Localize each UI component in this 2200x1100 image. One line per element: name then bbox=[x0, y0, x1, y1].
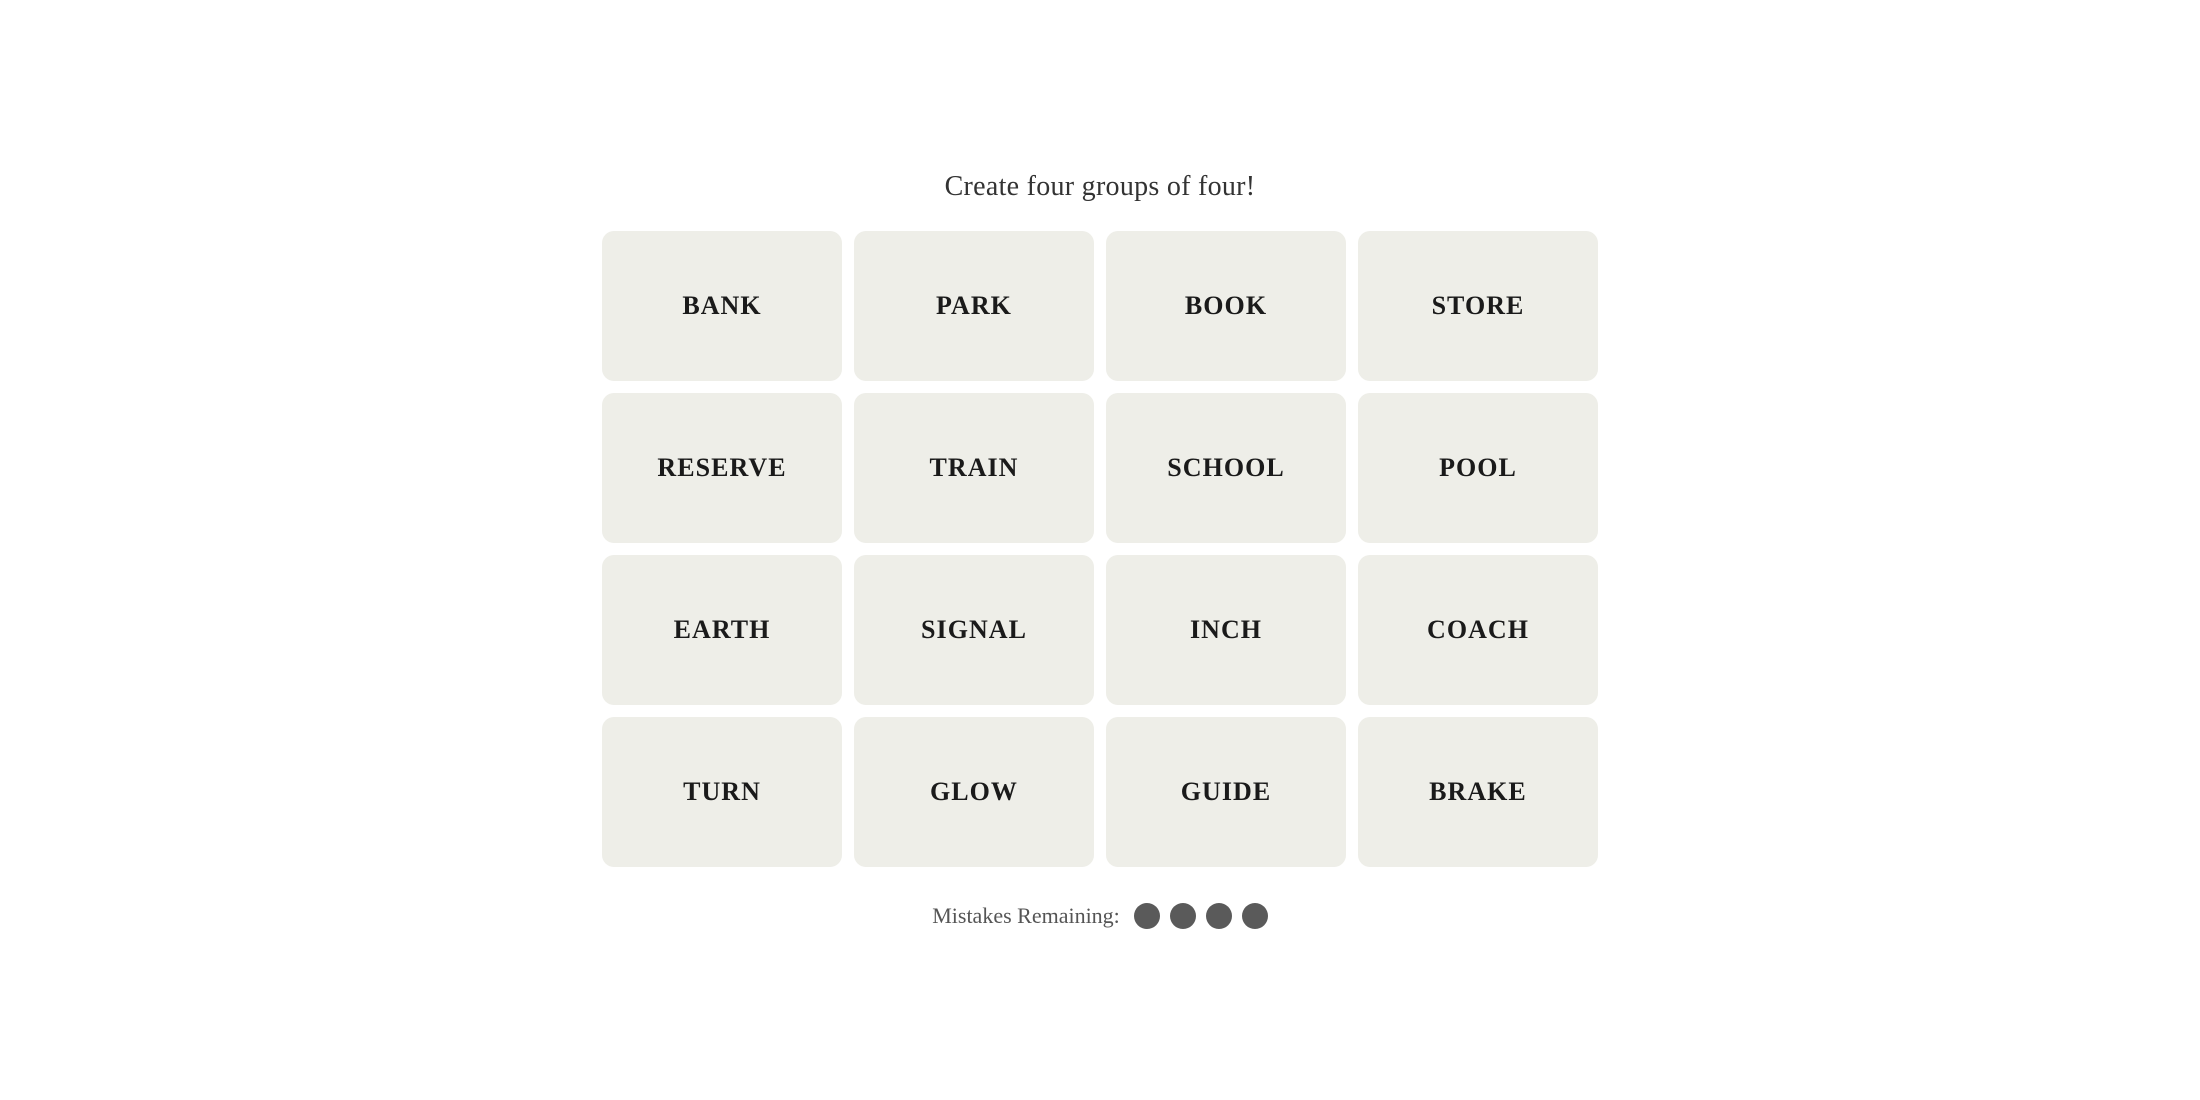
tile-label-bank: BANK bbox=[682, 291, 761, 321]
tile-label-guide: GUIDE bbox=[1181, 777, 1271, 807]
tile-reserve[interactable]: RESERVE bbox=[602, 393, 842, 543]
tile-book[interactable]: BOOK bbox=[1106, 231, 1346, 381]
tile-label-turn: TURN bbox=[683, 777, 761, 807]
tile-bank[interactable]: BANK bbox=[602, 231, 842, 381]
tile-pool[interactable]: POOL bbox=[1358, 393, 1598, 543]
mistakes-label: Mistakes Remaining: bbox=[932, 903, 1120, 929]
mistake-dot-4 bbox=[1242, 903, 1268, 929]
game-container: Create four groups of four! BANK PARK BOOK… bbox=[580, 171, 1620, 929]
tile-turn[interactable]: TURN bbox=[602, 717, 842, 867]
tile-label-glow: GLOW bbox=[930, 777, 1018, 807]
tile-train[interactable]: TRAIN bbox=[854, 393, 1094, 543]
tile-label-park: PARK bbox=[936, 291, 1012, 321]
tile-label-reserve: RESERVE bbox=[657, 453, 786, 483]
tile-label-school: SCHOOL bbox=[1167, 453, 1285, 483]
tile-store[interactable]: STORE bbox=[1358, 231, 1598, 381]
tile-label-coach: COACH bbox=[1427, 615, 1529, 645]
tile-signal[interactable]: SIGNAL bbox=[854, 555, 1094, 705]
tile-label-brake: BRAKE bbox=[1429, 777, 1527, 807]
tile-label-train: TRAIN bbox=[930, 453, 1019, 483]
tile-guide[interactable]: GUIDE bbox=[1106, 717, 1346, 867]
mistake-dot-3 bbox=[1206, 903, 1232, 929]
tile-earth[interactable]: EARTH bbox=[602, 555, 842, 705]
tiles-grid: BANK PARK BOOK STORE RESERVE TRAIN SCHOOL POOL E… bbox=[602, 231, 1598, 867]
tile-label-inch: INCH bbox=[1190, 615, 1262, 645]
mistakes-row: Mistakes Remaining: bbox=[932, 903, 1268, 929]
tile-brake[interactable]: BRAKE bbox=[1358, 717, 1598, 867]
game-subtitle: Create four groups of four! bbox=[945, 171, 1256, 203]
mistake-dot-1 bbox=[1134, 903, 1160, 929]
tile-label-book: BOOK bbox=[1185, 291, 1267, 321]
mistakes-dots bbox=[1134, 903, 1268, 929]
mistake-dot-2 bbox=[1170, 903, 1196, 929]
tile-school[interactable]: SCHOOL bbox=[1106, 393, 1346, 543]
tile-glow[interactable]: GLOW bbox=[854, 717, 1094, 867]
tile-park[interactable]: PARK bbox=[854, 231, 1094, 381]
tile-label-signal: SIGNAL bbox=[921, 615, 1027, 645]
tile-inch[interactable]: INCH bbox=[1106, 555, 1346, 705]
tile-label-store: STORE bbox=[1432, 291, 1525, 321]
tile-label-pool: POOL bbox=[1439, 453, 1517, 483]
tile-label-earth: EARTH bbox=[674, 615, 771, 645]
tile-coach[interactable]: COACH bbox=[1358, 555, 1598, 705]
